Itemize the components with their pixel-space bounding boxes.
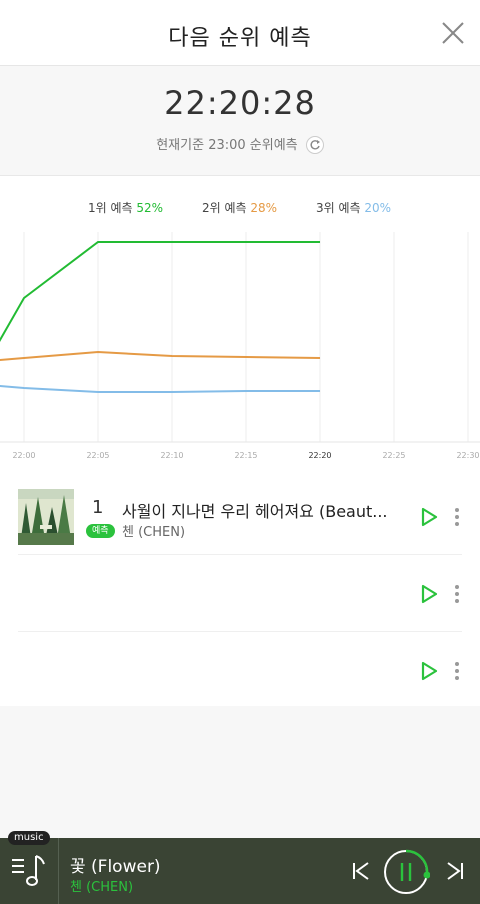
play-icon[interactable] [418, 583, 440, 605]
page-title: 다음 순위 예측 [168, 26, 312, 51]
prediction-badge: 예측 [86, 524, 115, 538]
basis-text: 현재기준 23:00 순위예측 [156, 138, 298, 153]
playlist-icon[interactable] [10, 850, 50, 890]
legend-label: 2위 예측 [202, 201, 247, 215]
refresh-icon[interactable] [305, 135, 324, 154]
list-item[interactable] [18, 632, 462, 709]
chart-legend: 1위 예측 52% 2위 예측 28% 3위 예측 20% [0, 199, 480, 219]
more-icon[interactable] [452, 506, 462, 528]
x-tick-label: 22:25 [382, 451, 405, 460]
header: 다음 순위 예측 [0, 0, 480, 66]
music-tag: music [8, 831, 50, 845]
x-tick-label: 22:20 [308, 451, 331, 460]
time-panel: 22:20:28 현재기준 23:00 순위예측 [0, 66, 480, 176]
x-tick-label: 22:00 [12, 451, 35, 460]
x-tick-label: 22:30 [456, 451, 479, 460]
previous-icon[interactable] [350, 860, 372, 882]
series-line [0, 350, 321, 362]
legend-label: 1위 예측 [88, 201, 133, 215]
list-item[interactable] [18, 555, 462, 632]
album-art [18, 489, 74, 545]
series-line [0, 241, 320, 343]
more-icon[interactable] [452, 583, 462, 605]
legend-item-2: 2위 예측 28% [202, 199, 277, 216]
x-tick-label: 22:05 [86, 451, 109, 460]
now-playing-artist: 첸 (CHEN) [70, 880, 134, 895]
legend-item-1: 1위 예측 52% [88, 199, 163, 216]
more-icon[interactable] [452, 660, 462, 682]
song-title: 사월이 지나면 우리 헤어져요 (Beaut... [122, 502, 388, 521]
rank-prediction-chart: 22:00 22:05 22:10 22:15 22:20 22:25 22:30 [0, 232, 480, 464]
x-tick-label: 22:10 [160, 451, 183, 460]
list-item[interactable]: 1 예측 사월이 지나면 우리 헤어져요 (Beaut... 첸 (CHEN) [18, 478, 462, 555]
play-icon[interactable] [418, 660, 440, 682]
legend-percent: 52% [136, 201, 164, 215]
play-icon[interactable] [418, 506, 440, 528]
prediction-basis: 현재기준 23:00 순위예측 [0, 134, 480, 155]
song-artist: 첸 (CHEN) [122, 525, 186, 540]
rank-number: 1 [92, 497, 104, 518]
current-time: 22:20:28 [164, 84, 316, 122]
divider [58, 838, 59, 904]
empty-area [0, 706, 480, 838]
pause-button[interactable] [382, 848, 431, 896]
series-line [0, 384, 320, 393]
next-icon[interactable] [444, 860, 466, 882]
x-tick-label: 22:15 [234, 451, 257, 460]
chart-svg: 22:00 22:05 22:10 22:15 22:20 22:25 22:30 [0, 232, 480, 460]
legend-item-3: 3위 예측 20% [316, 199, 391, 216]
close-icon[interactable] [440, 20, 466, 46]
song-list: 1 예측 사월이 지나면 우리 헤어져요 (Beaut... 첸 (CHEN) [0, 478, 480, 709]
legend-percent: 20% [364, 201, 392, 215]
now-playing-title: 꽃 (Flower) [70, 857, 161, 877]
legend-percent: 28% [250, 201, 278, 215]
mini-player[interactable]: music 꽃 (Flower) 첸 (CHEN) [0, 831, 480, 904]
legend-label: 3위 예측 [316, 201, 361, 215]
